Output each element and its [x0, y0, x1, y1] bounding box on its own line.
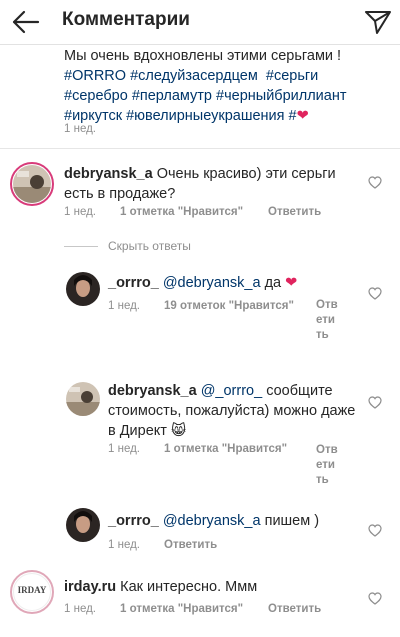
hashtag[interactable]: #	[289, 108, 297, 124]
mention-link[interactable]: @debryansk_a	[163, 275, 261, 291]
comment-username[interactable]: irday.ru	[64, 579, 116, 595]
heart-emoji: ❤	[285, 275, 298, 291]
direct-send-icon[interactable]	[364, 9, 392, 35]
comment-likes[interactable]: 1 отметка "Нравится"	[120, 206, 243, 218]
post-caption: Мы очень вдохновлены этими серьгами ! #O…	[64, 46, 384, 126]
comment-likes[interactable]: 19 отметок "Нравится"	[164, 300, 294, 312]
comment-text: _orrro_ @debryansk_a да ❤	[108, 273, 358, 293]
avatar-logo-text: IRDAY	[17, 585, 47, 595]
comment-username[interactable]: debryansk_a	[108, 383, 197, 399]
hashtag[interactable]: #черныйбриллиант	[216, 88, 346, 104]
heart-like-icon[interactable]	[368, 524, 382, 537]
divider	[0, 148, 400, 149]
hide-replies-line	[64, 246, 98, 247]
comment-username[interactable]: debryansk_a	[64, 166, 153, 182]
hide-replies-button[interactable]: Скрыть ответы	[108, 239, 191, 253]
top-bar: Комментарии	[0, 0, 400, 45]
comment-username[interactable]: _orrro_	[108, 513, 159, 529]
reply-button[interactable]: Ответить	[268, 206, 321, 218]
comment-text: _orrro_ @debryansk_a пишем )	[108, 511, 358, 531]
hashtag[interactable]: #следуйзасердцем	[130, 68, 258, 84]
comment-text: debryansk_a @_orrro_ сообщите стоимость,…	[108, 381, 358, 441]
cat-emoji: 😸	[170, 423, 187, 439]
heart-like-icon[interactable]	[368, 287, 382, 300]
hashtag[interactable]: #иркутск	[64, 108, 122, 124]
reply-button[interactable]: Ответить	[316, 443, 338, 488]
avatar[interactable]	[66, 272, 100, 306]
comment-body: да	[264, 275, 282, 291]
hashtag[interactable]: #серебро	[64, 88, 128, 104]
hashtag[interactable]: #ювелирныеукрашения	[126, 108, 284, 124]
avatar[interactable]	[13, 165, 51, 203]
comment-likes[interactable]: 1 отметка "Нравится"	[164, 443, 287, 455]
page-title: Комментарии	[62, 9, 190, 30]
heart-like-icon[interactable]	[368, 592, 382, 605]
heart-like-icon[interactable]	[368, 396, 382, 409]
reply-button[interactable]: Ответить	[164, 539, 217, 551]
avatar[interactable]	[66, 508, 100, 542]
avatar[interactable]	[66, 382, 100, 416]
heart-like-icon[interactable]	[368, 176, 382, 189]
reply-button[interactable]: Ответить	[316, 298, 338, 343]
comment-time: 1 нед.	[108, 539, 140, 551]
comment-text: debryansk_a Очень красиво) эти серьги ес…	[64, 164, 354, 204]
hashtag[interactable]: #ORRRO	[64, 68, 126, 84]
mention-link[interactable]: @debryansk_a	[163, 513, 261, 529]
mention-link[interactable]: @_orrro_	[201, 383, 262, 399]
comment-likes[interactable]: 1 отметка "Нравится"	[120, 603, 243, 615]
avatar[interactable]: IRDAY	[13, 573, 51, 611]
comment-time: 1 нед.	[108, 300, 140, 312]
comment-time: 1 нед.	[64, 603, 96, 615]
comment-body: Как интересно. Ммм	[120, 579, 258, 595]
comment-username[interactable]: _orrro_	[108, 275, 159, 291]
hashtag[interactable]: #серьги	[266, 68, 318, 84]
back-arrow-icon[interactable]	[10, 9, 40, 35]
reply-button[interactable]: Ответить	[268, 603, 321, 615]
comment-time: 1 нед.	[64, 206, 96, 218]
comment-time: 1 нед.	[108, 443, 140, 455]
heart-emoji: ❤	[296, 108, 309, 124]
comment-body: пишем )	[264, 513, 320, 529]
caption-time: 1 нед.	[64, 123, 96, 135]
comment-text: irday.ru Как интересно. Ммм	[64, 577, 354, 597]
hashtag[interactable]: #перламутр	[132, 88, 212, 104]
caption-text: Мы очень вдохновлены этими серьгами !	[64, 48, 342, 64]
